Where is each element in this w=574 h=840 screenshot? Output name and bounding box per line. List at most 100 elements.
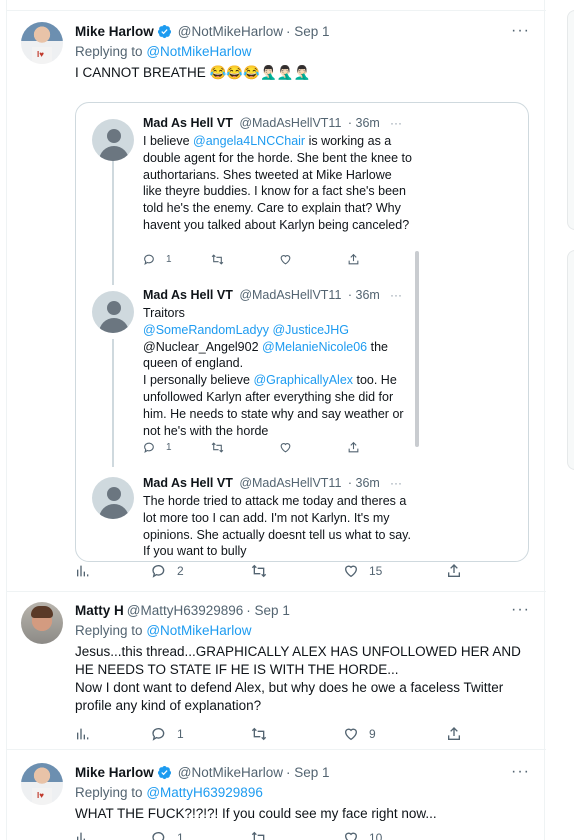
scrollbar[interactable] <box>415 251 419 447</box>
author-name[interactable]: Matty H <box>75 603 124 618</box>
retweet-icon <box>251 831 265 840</box>
timestamp[interactable]: · Sep 1 <box>246 603 290 618</box>
retweet-icon <box>211 254 224 265</box>
timestamp[interactable]: · 36m <box>348 288 380 302</box>
mention-link[interactable]: @NotMikeHarlow <box>146 44 251 59</box>
tweet-actions: 1 <box>143 253 373 269</box>
analytics-icon <box>77 832 85 840</box>
divider <box>7 0 546 11</box>
quoted-thread[interactable]: Mad As Hell VT @MadAsHellVT11 · 36m ··· … <box>75 102 529 562</box>
avatar[interactable] <box>92 477 134 519</box>
author-name[interactable]: Mad As Hell VT <box>143 476 233 490</box>
share-button[interactable] <box>446 563 462 579</box>
more-icon[interactable]: ··· <box>390 476 402 490</box>
avatar[interactable]: I♥ <box>21 763 63 805</box>
tweet-header: Matty H @MattyH63929896 · Sep 1 <box>75 603 290 618</box>
retweet-button[interactable] <box>251 726 277 742</box>
analytics-button[interactable] <box>75 830 91 840</box>
mention-link[interactable]: @NotMikeHarlow <box>146 623 251 638</box>
tweet-actions: 1 9 <box>75 726 475 746</box>
avatar[interactable] <box>92 291 134 333</box>
author-handle[interactable]: @MadAsHellVT11 <box>239 116 341 130</box>
like-icon <box>344 832 358 840</box>
retweet-button[interactable] <box>211 253 224 266</box>
timestamp[interactable]: · 36m <box>348 476 380 490</box>
reply-button[interactable]: 1 <box>143 253 172 266</box>
author-handle[interactable]: @MadAsHellVT11 <box>239 288 341 302</box>
sidebar-card <box>567 250 574 470</box>
like-icon <box>280 255 291 265</box>
share-icon <box>448 564 460 577</box>
like-button[interactable]: 15 <box>343 563 382 579</box>
author-handle[interactable]: @MattyH63929896 <box>127 603 244 618</box>
retweet-button[interactable] <box>251 830 277 840</box>
timestamp[interactable]: · 36m <box>348 116 380 130</box>
more-icon[interactable]: ··· <box>390 288 402 302</box>
more-icon[interactable]: ··· <box>511 763 530 781</box>
analytics-button[interactable] <box>75 726 91 742</box>
retweet-button[interactable] <box>251 563 277 579</box>
tweet-mike-2[interactable]: I♥ Mike Harlow @NotMikeHarlow · Sep 1 ··… <box>7 750 546 840</box>
share-button[interactable] <box>347 253 360 266</box>
tweet-text: Jesus...this thread...GRAPHICALLY ALEX H… <box>75 644 521 713</box>
share-button[interactable] <box>347 441 360 454</box>
like-icon <box>344 565 358 578</box>
tweet-text: WHAT THE FUCK?!?!?! If you could see my … <box>75 806 437 821</box>
author-name[interactable]: Mike Harlow <box>75 765 154 780</box>
replying-to: Replying to @NotMikeHarlow <box>75 44 252 59</box>
author-name[interactable]: Mike Harlow <box>75 24 154 39</box>
author-name[interactable]: Mad As Hell VT <box>143 288 233 302</box>
share-icon <box>448 727 460 740</box>
reply-button[interactable]: 1 <box>151 830 184 840</box>
avatar[interactable] <box>92 119 134 161</box>
mention-link[interactable]: @SomeRandomLadyy <box>143 323 269 337</box>
verified-icon <box>157 24 171 39</box>
author-name[interactable]: Mad As Hell VT <box>143 116 233 130</box>
reply-button[interactable]: 1 <box>143 441 172 454</box>
reply-icon <box>144 442 154 453</box>
reply-icon <box>152 832 165 840</box>
author-handle[interactable]: @NotMikeHarlow <box>178 24 283 39</box>
analytics-icon <box>77 565 89 577</box>
like-icon <box>280 443 291 453</box>
retweet-button[interactable] <box>211 441 224 454</box>
mention-link[interactable]: @MelanieNicole06 <box>262 340 367 354</box>
reply-icon <box>152 728 165 741</box>
more-icon[interactable]: ··· <box>511 601 530 619</box>
mention-link[interactable]: @MattyH63929896 <box>146 785 263 800</box>
like-button[interactable] <box>279 253 292 266</box>
right-sidebar <box>567 0 574 840</box>
mention-link[interactable]: @angela4LNCChair <box>193 134 305 148</box>
avatar[interactable] <box>21 602 63 644</box>
reply-button[interactable]: 2 <box>151 563 184 579</box>
tweet-header: Mad As Hell VT @MadAsHellVT11 · 36m <box>143 476 380 490</box>
avatar[interactable]: I♥ <box>21 22 63 64</box>
tweet-text: Traitors @SomeRandomLadyy @JusticeJHG @N… <box>143 306 404 438</box>
more-icon[interactable]: ··· <box>511 22 530 40</box>
tweet-header: Mad As Hell VT @MadAsHellVT11 · 36m <box>143 288 380 302</box>
like-button[interactable]: 9 <box>343 726 376 742</box>
tweet-header: Mad As Hell VT @MadAsHellVT11 · 36m <box>143 116 380 130</box>
reply-icon <box>152 565 165 578</box>
tweet-actions: 2 15 <box>75 563 475 583</box>
tweet-text: The horde tried to attack me today and t… <box>143 494 411 559</box>
author-handle[interactable]: @NotMikeHarlow <box>178 765 283 780</box>
timestamp[interactable]: · Sep 1 <box>286 24 330 39</box>
analytics-button[interactable] <box>75 563 91 579</box>
like-button[interactable]: 10 <box>343 830 382 840</box>
tweet-header: Mike Harlow @NotMikeHarlow · Sep 1 <box>75 24 330 39</box>
more-icon[interactable]: ··· <box>390 116 402 130</box>
thread-line <box>112 155 114 285</box>
like-icon <box>344 728 358 741</box>
tweet-mike-1[interactable]: I♥ Mike Harlow @NotMikeHarlow · Sep 1 ··… <box>7 11 546 592</box>
replying-to: Replying to @MattyH63929896 <box>75 785 263 800</box>
author-handle[interactable]: @MadAsHellVT11 <box>239 476 341 490</box>
reply-button[interactable]: 1 <box>151 726 184 742</box>
timestamp[interactable]: · Sep 1 <box>286 765 330 780</box>
like-button[interactable] <box>279 441 292 454</box>
mention-link[interactable]: @GraphicallyAlex <box>253 373 353 387</box>
tweet-text: I CANNOT BREATHE 😂😂😂🤦🏻‍♂️🤦🏻‍♂️🤦🏻‍♂️ <box>75 65 311 80</box>
mention-link[interactable]: @JusticeJHG <box>272 323 349 337</box>
share-button[interactable] <box>446 726 462 742</box>
tweet-matty[interactable]: Matty H @MattyH63929896 · Sep 1 ··· Repl… <box>7 592 546 750</box>
